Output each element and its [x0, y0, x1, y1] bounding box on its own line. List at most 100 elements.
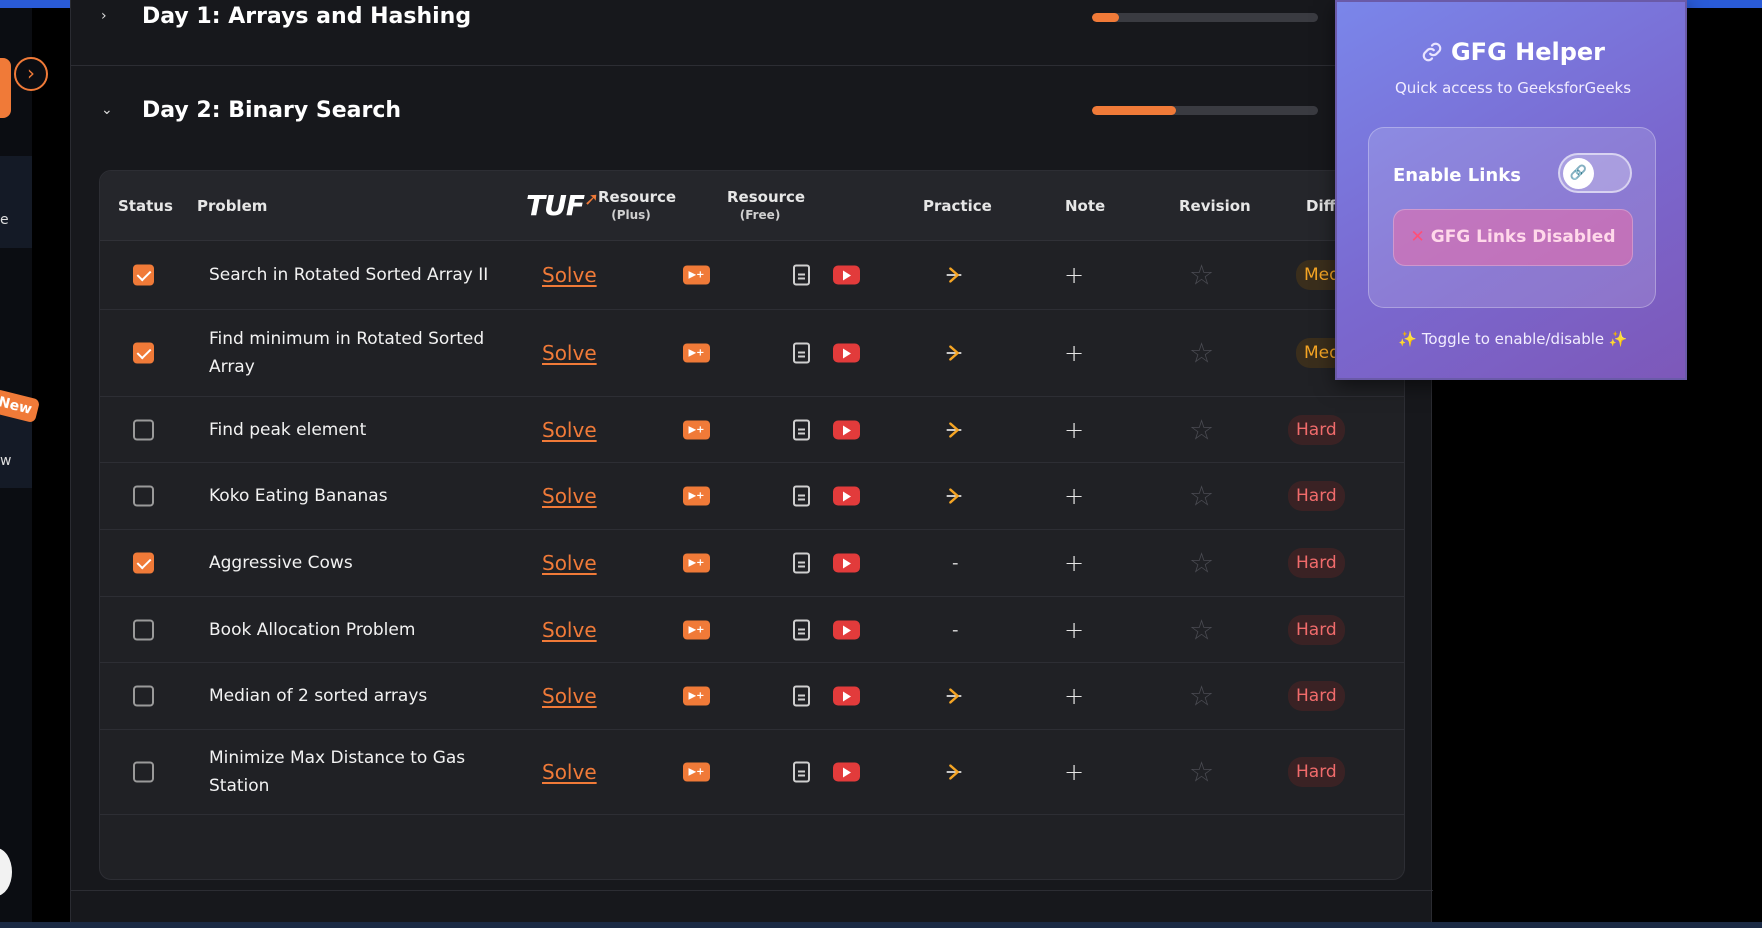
star-icon[interactable]: ☆	[1189, 613, 1214, 646]
table-row: Minimize Max Distance to Gas Station Sol…	[100, 730, 1404, 815]
gfg-icon[interactable]	[943, 485, 965, 507]
solve-link[interactable]: Solve	[542, 484, 597, 508]
youtube-icon[interactable]	[833, 620, 860, 639]
header-note: Note	[1065, 197, 1106, 215]
status-checkbox[interactable]	[133, 342, 154, 364]
gfg-links-status-button[interactable]: ✕ GFG Links Disabled	[1393, 209, 1633, 266]
star-icon[interactable]: ☆	[1189, 547, 1214, 580]
youtube-icon[interactable]	[833, 343, 860, 363]
star-icon[interactable]: ☆	[1189, 480, 1214, 513]
sidebar-panel[interactable]: e	[0, 156, 32, 248]
difficulty-badge: Hard	[1288, 481, 1345, 511]
status-checkbox[interactable]	[133, 619, 154, 640]
star-icon[interactable]: ☆	[1189, 756, 1214, 789]
day-section-header[interactable]: ⌄ Day 2: Binary Search	[71, 67, 1433, 157]
play-plus-icon[interactable]: ▶+	[683, 620, 710, 639]
status-checkbox[interactable]	[133, 419, 154, 440]
add-note-icon[interactable]: +	[1064, 682, 1084, 710]
add-note-icon[interactable]: +	[1064, 549, 1084, 577]
popup-title: GFG Helper	[1337, 38, 1689, 66]
gfg-icon[interactable]	[943, 342, 965, 364]
youtube-icon[interactable]	[833, 420, 860, 439]
status-label: GFG Links Disabled	[1430, 227, 1616, 247]
day-section-header[interactable]: › Day 1: Arrays and Hashing	[71, 0, 1433, 66]
gfg-icon[interactable]	[943, 419, 965, 441]
play-plus-icon[interactable]: ▶+	[683, 686, 710, 706]
sidebar-panel-text: w	[0, 453, 12, 469]
play-plus-icon[interactable]: ▶+	[683, 762, 710, 782]
add-note-icon[interactable]: +	[1064, 339, 1084, 367]
add-note-icon[interactable]: +	[1064, 616, 1084, 644]
progress-fill	[1092, 13, 1120, 22]
play-plus-icon[interactable]: ▶+	[683, 343, 710, 363]
table-row: Find minimum in Rotated Sorted Array Sol…	[100, 310, 1404, 397]
header-practice: Practice	[923, 197, 992, 215]
sidebar-panel-text: e	[0, 212, 9, 228]
tuf-logo: TUF➚	[526, 189, 599, 222]
article-icon[interactable]	[793, 685, 810, 707]
status-checkbox[interactable]	[133, 485, 154, 507]
solve-link[interactable]: Solve	[542, 684, 597, 708]
chevron-right-icon[interactable]: ›	[14, 57, 48, 91]
add-note-icon[interactable]: +	[1064, 261, 1084, 289]
article-icon[interactable]	[793, 619, 810, 640]
gfg-icon[interactable]	[943, 761, 965, 783]
star-icon[interactable]: ☆	[1189, 413, 1214, 446]
tuf-logo-text: TUF	[526, 189, 585, 222]
chevron-right-icon[interactable]: ›	[101, 8, 107, 24]
chevron-down-icon[interactable]: ⌄	[101, 102, 113, 118]
solve-link[interactable]: Solve	[542, 341, 597, 365]
status-checkbox[interactable]	[133, 761, 154, 783]
progress-bar	[1092, 106, 1318, 115]
youtube-icon[interactable]	[833, 553, 860, 573]
article-icon[interactable]	[793, 761, 810, 783]
article-icon[interactable]	[793, 264, 810, 286]
add-note-icon[interactable]: +	[1064, 758, 1084, 786]
star-icon[interactable]: ☆	[1189, 259, 1214, 292]
sidebar-orange-tab[interactable]	[0, 58, 11, 118]
solve-link[interactable]: Solve	[542, 263, 597, 287]
gfg-icon[interactable]	[943, 264, 965, 286]
add-note-icon[interactable]: +	[1064, 482, 1084, 510]
problem-name: Find minimum in Rotated Sorted Array	[209, 329, 485, 377]
article-icon[interactable]	[793, 419, 810, 440]
close-icon: ✕	[1410, 227, 1425, 247]
article-icon[interactable]	[793, 342, 810, 364]
enable-links-label: Enable Links	[1393, 165, 1521, 186]
play-plus-icon[interactable]: ▶+	[683, 486, 710, 506]
header-resource-free: Resource (Free)	[727, 188, 805, 224]
play-plus-icon[interactable]: ▶+	[683, 420, 710, 439]
status-checkbox[interactable]	[133, 264, 154, 286]
solve-link[interactable]: Solve	[542, 418, 597, 442]
practice-empty: -	[952, 619, 959, 640]
solve-link[interactable]: Solve	[542, 551, 597, 575]
youtube-icon[interactable]	[833, 686, 860, 706]
sidebar-avatar[interactable]	[0, 848, 12, 896]
article-icon[interactable]	[793, 485, 810, 507]
progress-fill	[1092, 106, 1176, 115]
popup-title-text: GFG Helper	[1450, 38, 1606, 66]
status-checkbox[interactable]	[133, 552, 154, 574]
day-title: Day 1: Arrays and Hashing	[142, 4, 472, 29]
header-resource-plus-label: Resource	[598, 188, 677, 206]
play-plus-icon[interactable]: ▶+	[683, 553, 710, 573]
youtube-icon[interactable]	[833, 762, 860, 782]
youtube-icon[interactable]	[833, 486, 860, 506]
article-icon[interactable]	[793, 552, 810, 574]
add-note-icon[interactable]: +	[1064, 416, 1084, 444]
gfg-icon[interactable]	[943, 685, 965, 707]
header-revision: Revision	[1179, 197, 1251, 215]
progress-bar	[1092, 13, 1318, 22]
problem-name: Minimize Max Distance to Gas Station	[209, 748, 466, 796]
sidebar-panel-2[interactable]: w	[0, 413, 32, 488]
enable-links-toggle[interactable]: 🔗	[1558, 153, 1632, 193]
status-checkbox[interactable]	[133, 685, 154, 707]
youtube-icon[interactable]	[833, 265, 860, 285]
table-row: Book Allocation Problem Solve ▶+ - + ☆ H…	[100, 597, 1404, 663]
play-plus-icon[interactable]: ▶+	[683, 265, 710, 285]
star-icon[interactable]: ☆	[1189, 680, 1214, 713]
solve-link[interactable]: Solve	[542, 618, 597, 642]
solve-link[interactable]: Solve	[542, 760, 597, 784]
star-icon[interactable]: ☆	[1189, 337, 1214, 370]
link-icon	[1422, 42, 1442, 62]
